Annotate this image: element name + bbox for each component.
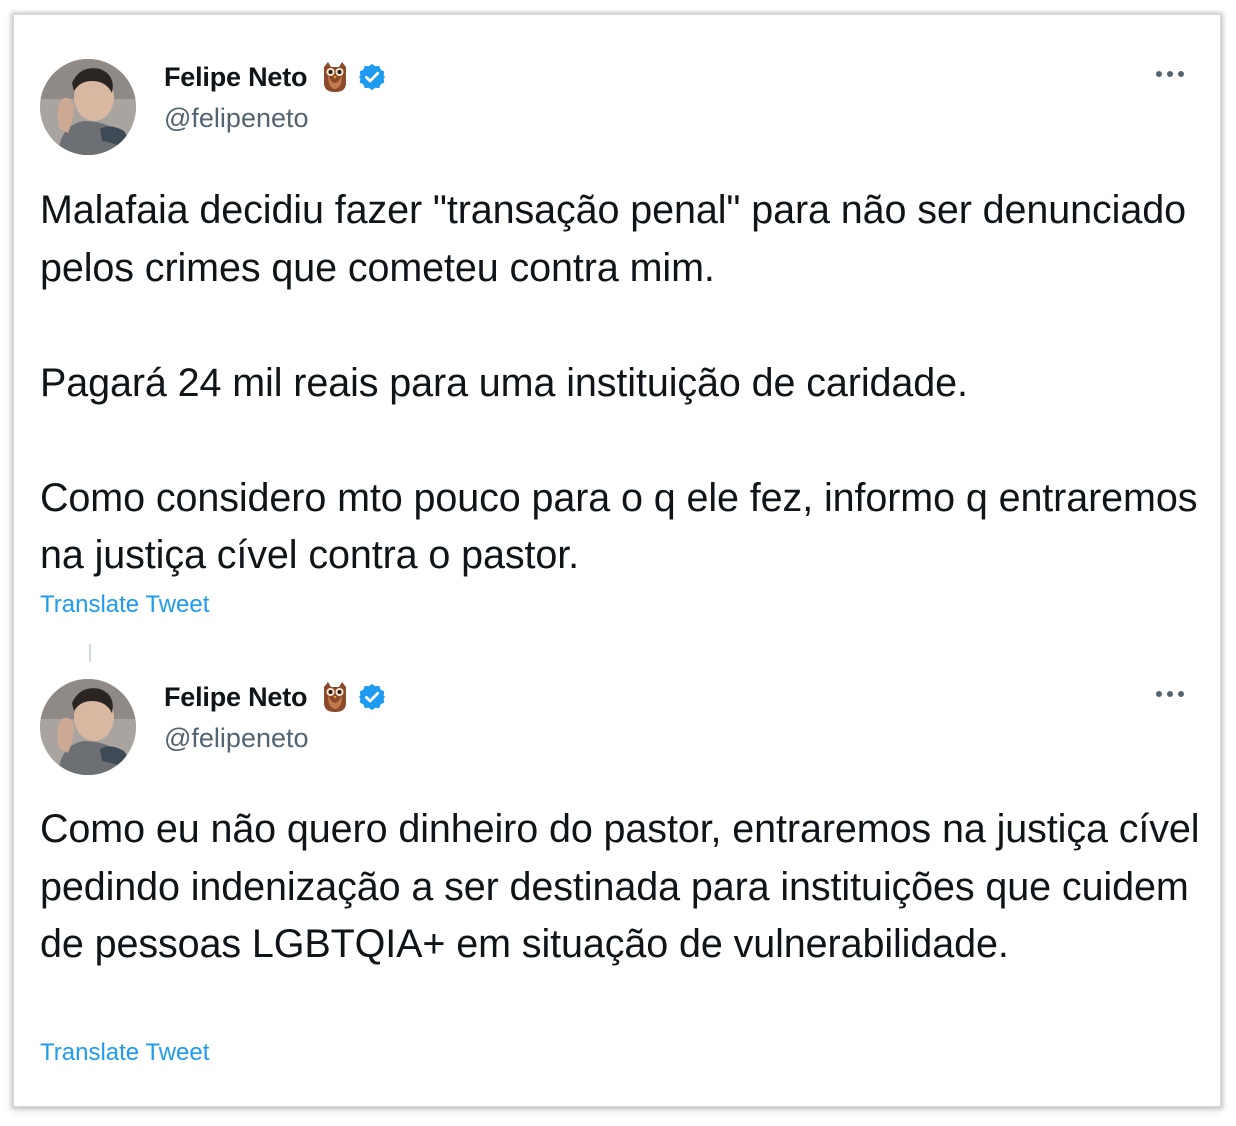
verified-badge-icon — [357, 682, 387, 712]
tweet-paragraph: Como eu não quero dinheiro do pastor, en… — [40, 807, 1200, 966]
tweet-paragraph: Pagará 24 mil reais para uma instituição… — [40, 360, 968, 405]
author-handle[interactable]: @felipeneto — [164, 723, 309, 754]
tweet-paragraph: Como considero mto pouco para o q ele fe… — [40, 475, 1198, 578]
tweet-text: Malafaia decidiu fazer "transação penal"… — [40, 182, 1200, 585]
tweet-paragraph: Malafaia decidiu fazer "transação penal"… — [40, 188, 1186, 290]
more-options-icon[interactable] — [1150, 59, 1190, 89]
avatar[interactable] — [40, 679, 136, 775]
author-handle[interactable]: @felipeneto — [164, 103, 309, 134]
verified-badge-icon — [357, 62, 387, 92]
tweet-text: Como eu não quero dinheiro do pastor, en… — [40, 801, 1200, 974]
avatar[interactable] — [40, 59, 136, 155]
author-row: Felipe Neto — [164, 59, 387, 95]
author-name[interactable]: Felipe Neto — [164, 682, 308, 713]
tweet-thread-card: Felipe Neto @felipeneto Malafaia decidiu… — [13, 14, 1221, 1107]
author-row: Felipe Neto — [164, 679, 387, 715]
thread-connector-line — [89, 644, 91, 662]
translate-tweet-link[interactable]: Translate Tweet — [40, 591, 209, 619]
owl-emoji-icon — [321, 681, 349, 713]
translate-tweet-link[interactable]: Translate Tweet — [40, 1039, 209, 1067]
more-options-icon[interactable] — [1150, 679, 1190, 709]
owl-emoji-icon — [321, 61, 349, 93]
author-name[interactable]: Felipe Neto — [164, 62, 308, 93]
